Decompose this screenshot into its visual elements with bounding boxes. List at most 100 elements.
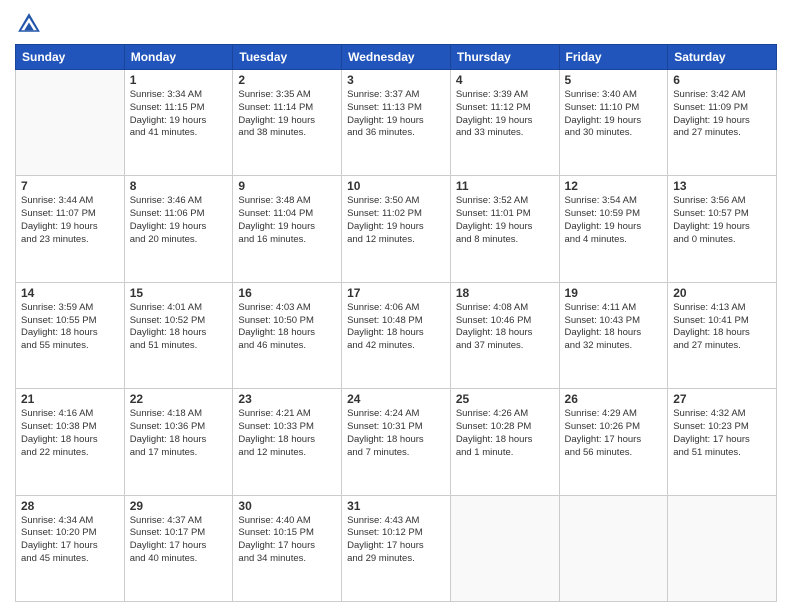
weekday-header-wednesday: Wednesday bbox=[342, 45, 451, 70]
day-info: Sunrise: 4:18 AM Sunset: 10:36 PM Daylig… bbox=[130, 408, 228, 459]
day-number: 9 bbox=[238, 179, 336, 193]
calendar-week-row: 7Sunrise: 3:44 AM Sunset: 11:07 PM Dayli… bbox=[16, 176, 777, 282]
day-number: 20 bbox=[673, 286, 771, 300]
calendar-cell: 4 Sunrise: 3:39 AM Sunset: 11:12 PM Dayli… bbox=[450, 70, 559, 176]
calendar-cell: 27 Sunrise: 4:32 AM Sunset: 10:23 PM Dayl… bbox=[668, 389, 777, 495]
calendar-cell: 2Sunrise: 3:35 AM Sunset: 11:14 PM Dayli… bbox=[233, 70, 342, 176]
day-number: 8 bbox=[130, 179, 228, 193]
day-number: 27 bbox=[673, 392, 771, 406]
calendar-cell: 14 Sunrise: 3:59 AM Sunset: 10:55 PM Dayl… bbox=[16, 282, 125, 388]
day-info: Sunrise: 4:01 AM Sunset: 10:52 PM Daylig… bbox=[130, 302, 228, 353]
day-number: 31 bbox=[347, 499, 445, 513]
day-number: 26 bbox=[565, 392, 663, 406]
day-number: 10 bbox=[347, 179, 445, 193]
day-info: Sunrise: 3:44 AM Sunset: 11:07 PM Daylig… bbox=[21, 195, 119, 246]
day-info: Sunrise: 4:11 AM Sunset: 10:43 PM Daylig… bbox=[565, 302, 663, 353]
calendar-cell: 9 Sunrise: 3:48 AM Sunset: 11:04 PM Dayli… bbox=[233, 176, 342, 282]
calendar-cell: 22 Sunrise: 4:18 AM Sunset: 10:36 PM Dayl… bbox=[124, 389, 233, 495]
calendar-cell: 8 Sunrise: 3:46 AM Sunset: 11:06 PM Dayli… bbox=[124, 176, 233, 282]
calendar-cell: 3Sunrise: 3:37 AM Sunset: 11:13 PM Dayli… bbox=[342, 70, 451, 176]
day-number: 13 bbox=[673, 179, 771, 193]
calendar-cell: 13 Sunrise: 3:56 AM Sunset: 10:57 PM Dayl… bbox=[668, 176, 777, 282]
calendar-cell: 26 Sunrise: 4:29 AM Sunset: 10:26 PM Dayl… bbox=[559, 389, 668, 495]
day-info: Sunrise: 3:54 AM Sunset: 10:59 PM Daylig… bbox=[565, 195, 663, 246]
calendar-cell: 10 Sunrise: 3:50 AM Sunset: 11:02 PM Dayl… bbox=[342, 176, 451, 282]
day-info: Sunrise: 4:43 AM Sunset: 10:12 PM Daylig… bbox=[347, 515, 445, 566]
calendar-cell bbox=[668, 495, 777, 601]
calendar-week-row: 14 Sunrise: 3:59 AM Sunset: 10:55 PM Dayl… bbox=[16, 282, 777, 388]
day-info: Sunrise: 3:59 AM Sunset: 10:55 PM Daylig… bbox=[21, 302, 119, 353]
calendar-cell: 23Sunrise: 4:21 AM Sunset: 10:33 PM Dayl… bbox=[233, 389, 342, 495]
day-number: 25 bbox=[456, 392, 554, 406]
day-number: 6 bbox=[673, 73, 771, 87]
logo-icon bbox=[15, 10, 43, 38]
calendar-cell: 20 Sunrise: 4:13 AM Sunset: 10:41 PM Dayl… bbox=[668, 282, 777, 388]
weekday-header-row: SundayMondayTuesdayWednesdayThursdayFrid… bbox=[16, 45, 777, 70]
day-info: Sunrise: 4:24 AM Sunset: 10:31 PM Daylig… bbox=[347, 408, 445, 459]
day-info: Sunrise: 4:06 AM Sunset: 10:48 PM Daylig… bbox=[347, 302, 445, 353]
calendar-cell: 16Sunrise: 4:03 AM Sunset: 10:50 PM Dayl… bbox=[233, 282, 342, 388]
day-number: 21 bbox=[21, 392, 119, 406]
calendar-cell bbox=[16, 70, 125, 176]
day-info: Sunrise: 3:46 AM Sunset: 11:06 PM Daylig… bbox=[130, 195, 228, 246]
calendar-cell: 21 Sunrise: 4:16 AM Sunset: 10:38 PM Dayl… bbox=[16, 389, 125, 495]
calendar-week-row: 1 Sunrise: 3:34 AM Sunset: 11:15 PM Dayli… bbox=[16, 70, 777, 176]
calendar-cell bbox=[559, 495, 668, 601]
day-number: 23 bbox=[238, 392, 336, 406]
day-info: Sunrise: 4:32 AM Sunset: 10:23 PM Daylig… bbox=[673, 408, 771, 459]
weekday-header-thursday: Thursday bbox=[450, 45, 559, 70]
day-number: 29 bbox=[130, 499, 228, 513]
logo bbox=[15, 10, 47, 38]
day-number: 14 bbox=[21, 286, 119, 300]
day-number: 24 bbox=[347, 392, 445, 406]
day-info: Sunrise: 3:50 AM Sunset: 11:02 PM Daylig… bbox=[347, 195, 445, 246]
calendar-week-row: 21 Sunrise: 4:16 AM Sunset: 10:38 PM Dayl… bbox=[16, 389, 777, 495]
calendar-table: SundayMondayTuesdayWednesdayThursdayFrid… bbox=[15, 44, 777, 602]
day-number: 22 bbox=[130, 392, 228, 406]
day-info: Sunrise: 4:40 AM Sunset: 10:15 PM Daylig… bbox=[238, 515, 336, 566]
calendar-cell: 7Sunrise: 3:44 AM Sunset: 11:07 PM Dayli… bbox=[16, 176, 125, 282]
day-number: 15 bbox=[130, 286, 228, 300]
day-number: 1 bbox=[130, 73, 228, 87]
day-info: Sunrise: 4:29 AM Sunset: 10:26 PM Daylig… bbox=[565, 408, 663, 459]
header bbox=[15, 10, 777, 38]
day-info: Sunrise: 3:34 AM Sunset: 11:15 PM Daylig… bbox=[130, 89, 228, 140]
day-info: Sunrise: 3:35 AM Sunset: 11:14 PM Daylig… bbox=[238, 89, 336, 140]
day-info: Sunrise: 4:37 AM Sunset: 10:17 PM Daylig… bbox=[130, 515, 228, 566]
day-number: 12 bbox=[565, 179, 663, 193]
day-number: 17 bbox=[347, 286, 445, 300]
day-info: Sunrise: 4:08 AM Sunset: 10:46 PM Daylig… bbox=[456, 302, 554, 353]
calendar-cell: 30 Sunrise: 4:40 AM Sunset: 10:15 PM Dayl… bbox=[233, 495, 342, 601]
page: SundayMondayTuesdayWednesdayThursdayFrid… bbox=[0, 0, 792, 612]
day-info: Sunrise: 4:13 AM Sunset: 10:41 PM Daylig… bbox=[673, 302, 771, 353]
calendar-cell: 12 Sunrise: 3:54 AM Sunset: 10:59 PM Dayl… bbox=[559, 176, 668, 282]
calendar-cell: 24 Sunrise: 4:24 AM Sunset: 10:31 PM Dayl… bbox=[342, 389, 451, 495]
day-info: Sunrise: 3:56 AM Sunset: 10:57 PM Daylig… bbox=[673, 195, 771, 246]
day-info: Sunrise: 3:37 AM Sunset: 11:13 PM Daylig… bbox=[347, 89, 445, 140]
day-number: 19 bbox=[565, 286, 663, 300]
day-info: Sunrise: 4:16 AM Sunset: 10:38 PM Daylig… bbox=[21, 408, 119, 459]
calendar-cell: 1 Sunrise: 3:34 AM Sunset: 11:15 PM Dayli… bbox=[124, 70, 233, 176]
day-info: Sunrise: 3:39 AM Sunset: 11:12 PM Daylig… bbox=[456, 89, 554, 140]
calendar-cell: 29 Sunrise: 4:37 AM Sunset: 10:17 PM Dayl… bbox=[124, 495, 233, 601]
day-info: Sunrise: 4:34 AM Sunset: 10:20 PM Daylig… bbox=[21, 515, 119, 566]
calendar-cell: 5Sunrise: 3:40 AM Sunset: 11:10 PM Dayli… bbox=[559, 70, 668, 176]
weekday-header-friday: Friday bbox=[559, 45, 668, 70]
day-info: Sunrise: 3:48 AM Sunset: 11:04 PM Daylig… bbox=[238, 195, 336, 246]
calendar-cell: 11 Sunrise: 3:52 AM Sunset: 11:01 PM Dayl… bbox=[450, 176, 559, 282]
day-info: Sunrise: 3:42 AM Sunset: 11:09 PM Daylig… bbox=[673, 89, 771, 140]
day-info: Sunrise: 3:52 AM Sunset: 11:01 PM Daylig… bbox=[456, 195, 554, 246]
day-number: 11 bbox=[456, 179, 554, 193]
calendar-week-row: 28 Sunrise: 4:34 AM Sunset: 10:20 PM Dayl… bbox=[16, 495, 777, 601]
calendar-cell: 19 Sunrise: 4:11 AM Sunset: 10:43 PM Dayl… bbox=[559, 282, 668, 388]
calendar-cell: 6 Sunrise: 3:42 AM Sunset: 11:09 PM Dayli… bbox=[668, 70, 777, 176]
day-number: 4 bbox=[456, 73, 554, 87]
day-number: 30 bbox=[238, 499, 336, 513]
weekday-header-tuesday: Tuesday bbox=[233, 45, 342, 70]
calendar-cell: 28 Sunrise: 4:34 AM Sunset: 10:20 PM Dayl… bbox=[16, 495, 125, 601]
calendar-cell: 17 Sunrise: 4:06 AM Sunset: 10:48 PM Dayl… bbox=[342, 282, 451, 388]
day-number: 28 bbox=[21, 499, 119, 513]
day-number: 16 bbox=[238, 286, 336, 300]
calendar-cell bbox=[450, 495, 559, 601]
day-number: 5 bbox=[565, 73, 663, 87]
